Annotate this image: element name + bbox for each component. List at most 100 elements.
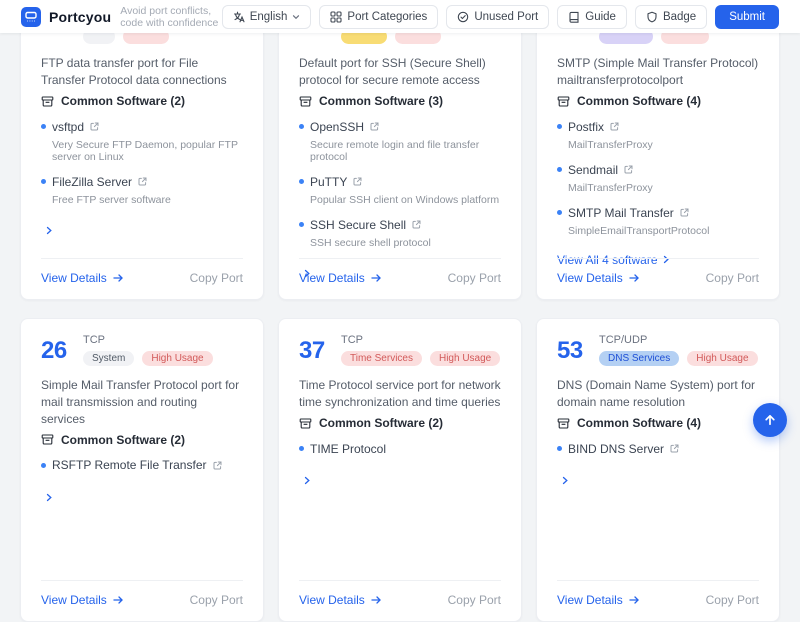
software-item: SMTP Mail TransferSimpleEmailTransportPr… xyxy=(557,206,759,237)
badge-icon xyxy=(646,11,658,23)
software-name[interactable]: vsftpd xyxy=(52,120,84,134)
software-description: MailTransferProxy xyxy=(568,182,759,194)
guide-button[interactable]: Guide xyxy=(557,5,627,29)
software-description: MailTransferProxy xyxy=(568,139,759,151)
grid-icon xyxy=(330,11,342,23)
port-number: 37 xyxy=(299,339,329,363)
software-item: OpenSSHSecure remote login and file tran… xyxy=(299,120,501,163)
common-software-heading: Common Software (2) xyxy=(299,417,501,430)
bullet-icon xyxy=(557,124,562,129)
submit-button[interactable]: Submit xyxy=(715,5,779,29)
copy-port-button[interactable]: Copy Port xyxy=(448,271,501,285)
unused-port-button[interactable]: Unused Port xyxy=(446,5,549,29)
external-link-icon xyxy=(680,208,689,217)
copy-port-button[interactable]: Copy Port xyxy=(706,271,759,285)
badge-label: Badge xyxy=(663,11,696,23)
software-name[interactable]: SSH Secure Shell xyxy=(310,218,406,232)
view-all-link[interactable] xyxy=(41,493,53,502)
software-name[interactable]: BIND DNS Server xyxy=(568,442,664,456)
package-icon xyxy=(41,433,54,446)
port-categories-button[interactable]: Port Categories xyxy=(319,5,438,29)
view-details-link[interactable]: View Details xyxy=(299,593,382,607)
bullet-icon xyxy=(41,124,46,129)
view-details-link[interactable]: View Details xyxy=(557,271,640,285)
copy-port-button[interactable]: Copy Port xyxy=(190,271,243,285)
external-link-icon xyxy=(610,122,619,131)
bullet-icon xyxy=(41,463,46,468)
copy-port-button[interactable]: Copy Port xyxy=(190,593,243,607)
view-details-link[interactable]: View Details xyxy=(557,593,640,607)
common-software-heading: Common Software (2) xyxy=(41,433,243,446)
card-footer: View Details Copy Port xyxy=(557,580,759,621)
software-description: Free FTP server software xyxy=(52,194,243,206)
card-footer: View Details Copy Port xyxy=(41,258,243,299)
translate-icon xyxy=(233,11,245,23)
software-name[interactable]: SMTP Mail Transfer xyxy=(568,206,674,220)
port-card: SMTP (Simple Mail Transfer Protocol) mai… xyxy=(536,0,780,300)
port-card: 26 TCP SystemHigh Usage Simple Mail Tran… xyxy=(20,318,264,622)
chevron-right-icon xyxy=(303,476,311,485)
card-footer: View Details Copy Port xyxy=(41,580,243,621)
common-software-heading: Common Software (4) xyxy=(557,95,759,108)
view-all-link[interactable] xyxy=(41,226,53,235)
language-selector[interactable]: English xyxy=(222,5,312,29)
software-name[interactable]: FileZilla Server xyxy=(52,175,132,189)
view-details-link[interactable]: View Details xyxy=(41,271,124,285)
badge-row: SystemHigh Usage xyxy=(83,351,213,366)
common-software-label: Common Software (4) xyxy=(577,94,701,108)
bullet-icon xyxy=(41,179,46,184)
software-item: BIND DNS Server xyxy=(557,442,759,456)
arrow-right-icon xyxy=(113,595,124,605)
software-name[interactable]: RSFTP Remote File Transfer xyxy=(52,458,207,472)
software-item: Postfix MailTransferProxy xyxy=(557,120,759,151)
external-link-icon xyxy=(412,220,421,229)
view-details-label: View Details xyxy=(557,593,623,607)
software-name[interactable]: Sendmail xyxy=(568,163,618,177)
port-description: FTP data transfer port for File Transfer… xyxy=(41,55,243,89)
card-footer: View Details Copy Port xyxy=(299,258,501,299)
chevron-right-icon xyxy=(45,226,53,235)
package-icon xyxy=(299,417,312,430)
copy-port-button[interactable]: Copy Port xyxy=(448,593,501,607)
arrow-right-icon xyxy=(113,273,124,283)
port-icon xyxy=(24,10,38,24)
language-label: English xyxy=(250,11,288,23)
port-protocol: TCP xyxy=(83,335,213,346)
common-software-heading: Common Software (4) xyxy=(557,417,759,430)
software-item: vsftpdVery Secure FTP Daemon, popular FT… xyxy=(41,120,243,163)
common-software-label: Common Software (3) xyxy=(319,94,443,108)
tagline: Avoid port conflicts, code with confiden… xyxy=(120,5,221,29)
port-description: Default port for SSH (Secure Shell) prot… xyxy=(299,55,501,89)
badge-row: DNS ServicesHigh Usage xyxy=(599,351,758,366)
scroll-top-button[interactable] xyxy=(753,403,787,437)
software-name[interactable]: Postfix xyxy=(568,120,604,134)
page-title: Portcyou xyxy=(49,9,111,25)
view-details-link[interactable]: View Details xyxy=(41,593,124,607)
software-name[interactable]: OpenSSH xyxy=(310,120,364,134)
view-details-link[interactable]: View Details xyxy=(299,271,382,285)
port-card: FTP data transfer port for File Transfer… xyxy=(20,0,264,300)
port-description: SMTP (Simple Mail Transfer Protocol) mai… xyxy=(557,55,759,89)
badge-button[interactable]: Badge xyxy=(635,5,707,29)
external-link-icon xyxy=(624,165,633,174)
guide-label: Guide xyxy=(585,11,616,23)
external-link-icon xyxy=(138,177,147,186)
arrow-right-icon xyxy=(371,273,382,283)
port-badge: High Usage xyxy=(142,351,212,366)
port-badge: DNS Services xyxy=(599,351,679,366)
software-list: BIND DNS Server xyxy=(557,442,759,456)
view-all-link[interactable] xyxy=(557,476,569,485)
chevron-down-icon xyxy=(292,13,300,21)
copy-port-button[interactable]: Copy Port xyxy=(706,593,759,607)
software-name[interactable]: PuTTY xyxy=(310,175,347,189)
book-icon xyxy=(568,11,580,23)
package-icon xyxy=(557,95,570,108)
view-details-label: View Details xyxy=(557,271,623,285)
software-item: RSFTP Remote File Transfer xyxy=(41,458,243,472)
port-card: 53 TCP/UDP DNS ServicesHigh Usage DNS (D… xyxy=(536,318,780,622)
software-list: TIME Protocol xyxy=(299,442,501,456)
bullet-icon xyxy=(299,124,304,129)
port-number: 53 xyxy=(557,339,587,363)
view-all-link[interactable] xyxy=(299,476,311,485)
software-name[interactable]: TIME Protocol xyxy=(310,442,386,456)
